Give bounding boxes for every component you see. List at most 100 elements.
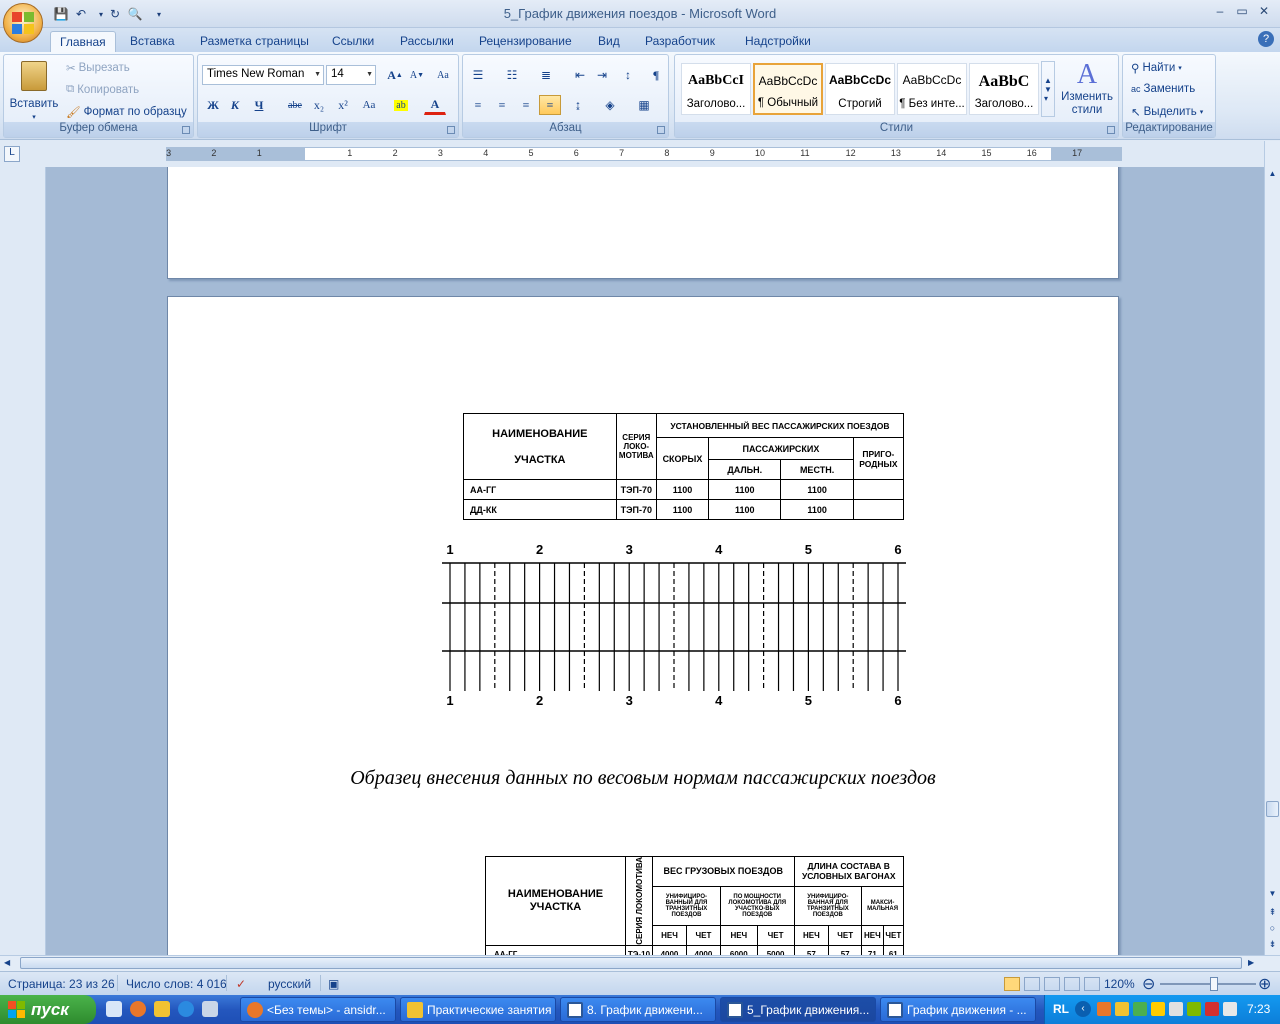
tray-app-icon[interactable] [1115,1002,1129,1016]
select-button[interactable]: ↖ Выделить ▾ [1131,105,1203,119]
tray-expand-icon[interactable]: ‹ [1075,1001,1091,1017]
pencil-icon[interactable] [154,1001,170,1017]
borders-icon[interactable]: ▦ [633,95,655,115]
bullets-icon[interactable]: ☰ [467,65,489,85]
draft-icon[interactable] [1084,977,1100,991]
style-strong[interactable]: AaBbCcDc Строгий [825,63,895,115]
help-icon[interactable]: ? [1258,31,1274,47]
increase-indent-icon[interactable]: ⇥ [591,65,613,85]
zoom-out-icon[interactable]: ⊖ [1142,974,1155,994]
start-button[interactable]: пуск [0,995,96,1024]
align-left-icon[interactable]: ≡ [467,95,489,115]
subscript-button[interactable]: x₂ [308,95,330,115]
outline-icon[interactable] [1064,977,1080,991]
change-case-button[interactable]: Аа [358,95,380,115]
dialog-launcher-icon[interactable] [182,126,190,134]
replace-button[interactable]: ac Заменить [1131,83,1195,95]
align-right-icon[interactable]: ≡ [515,95,537,115]
numbering-icon[interactable]: ☷ [501,65,523,85]
tray-app-icon[interactable] [1169,1002,1183,1016]
browse-object-icon[interactable]: ○ [1266,923,1279,937]
taskbar-item-folder[interactable]: Практические занятия [400,997,556,1022]
font-size-combo[interactable]: 14 ▼ [326,65,376,85]
document-area[interactable]: НАИМЕНОВАНИЕ УЧАСТКА СЕРИЯ ЛОКО-МОТИВА УС… [24,167,1264,955]
tab-review[interactable]: Рецензирование [470,31,581,52]
firefox-icon[interactable] [130,1001,146,1017]
spelling-check-icon[interactable]: ✓ [236,977,246,991]
close-button[interactable]: ✕ [1252,4,1276,22]
quicklaunch-app-icon[interactable] [202,1001,218,1017]
justify-icon[interactable]: ≡ [539,95,561,115]
tab-references[interactable]: Ссылки [323,31,383,52]
dialog-launcher-icon[interactable] [657,126,665,134]
zoom-slider-thumb[interactable] [1210,977,1218,991]
volume-icon[interactable] [1223,1002,1237,1016]
taskbar-item-word-graph[interactable]: График движения - ... [880,997,1036,1022]
style-heading-2[interactable]: AaBbC Заголово... [969,63,1039,115]
strikethrough-button[interactable]: abe [284,95,306,115]
clear-format-button[interactable]: Aa [432,65,454,85]
tab-developer[interactable]: Разработчик [636,31,724,52]
horizontal-scrollbar[interactable]: ◀ ▶ [0,955,1280,971]
style-normal[interactable]: AaBbCcDc ¶ Обычный [753,63,823,115]
dialog-launcher-icon[interactable] [1107,126,1115,134]
maximize-button[interactable]: ▭ [1230,4,1254,22]
tab-selector-icon[interactable]: L [4,146,20,162]
tab-mailings[interactable]: Рассылки [391,31,463,52]
shading-icon[interactable]: ◈ [599,95,621,115]
scroll-right-icon[interactable]: ▶ [1248,958,1254,967]
line-spacing-icon[interactable]: ↨ [567,95,589,115]
scroll-up-icon[interactable]: ▲ [1266,169,1279,183]
language-indicator[interactable]: русский [268,977,311,991]
scroll-left-icon[interactable]: ◀ [4,958,10,967]
tray-app-icon[interactable] [1133,1002,1147,1016]
highlight-icon[interactable]: ab [390,95,412,115]
cut-button[interactable]: ✂ Вырезать [66,61,130,75]
copy-button[interactable]: ⧉ Копировать [66,83,139,96]
show-desktop-icon[interactable] [106,1001,122,1017]
macro-record-icon[interactable]: ▣ [328,977,339,991]
shield-icon[interactable] [1151,1002,1165,1016]
internet-explorer-icon[interactable] [178,1001,194,1017]
print-layout-icon[interactable] [1004,977,1020,991]
bold-button[interactable]: Ж [202,95,224,115]
clock[interactable]: 7:23 [1247,1002,1270,1016]
page-current[interactable]: НАИМЕНОВАНИЕ УЧАСТКА СЕРИЯ ЛОКО-МОТИВА УС… [167,296,1119,955]
zoom-slider[interactable] [1160,983,1256,985]
language-bar[interactable]: RL [1053,1002,1069,1016]
tab-addins[interactable]: Надстройки [736,31,820,52]
font-name-combo[interactable]: Times New Roman ▼ [202,65,324,85]
full-screen-reading-icon[interactable] [1024,977,1040,991]
styles-scroll-icon[interactable]: ▲ ▼ ▾ [1041,61,1055,117]
decrease-indent-icon[interactable]: ⇤ [569,65,591,85]
page-count[interactable]: Страница: 23 из 26 [8,977,115,991]
tab-page-layout[interactable]: Разметка страницы [191,31,318,52]
sort-icon[interactable]: ↕ [617,65,639,85]
minimize-button[interactable]: – [1208,4,1232,22]
taskbar-item-word-8[interactable]: 8. График движени... [560,997,716,1022]
vertical-scrollbar[interactable]: ▲ ▼ ⇞ ○ ⇟ [1264,141,1280,955]
shrink-font-button[interactable]: A ▼ [406,65,428,85]
grow-font-button[interactable]: A ▲ [384,65,406,85]
tray-app-icon[interactable] [1097,1002,1111,1016]
web-layout-icon[interactable] [1044,977,1060,991]
scroll-down-icon[interactable]: ▼ [1266,889,1279,903]
align-center-icon[interactable]: ≡ [491,95,513,115]
multilevel-list-icon[interactable]: ≣ [535,65,557,85]
find-button[interactable]: ⚲ Найти ▾ [1131,61,1182,75]
zoom-in-icon[interactable]: ⊕ [1258,974,1271,994]
antivirus-icon[interactable] [1205,1002,1219,1016]
word-count[interactable]: Число слов: 4 016 [126,977,227,991]
superscript-button[interactable]: x² [332,95,354,115]
underline-button[interactable]: Ч [248,95,270,115]
office-button[interactable] [3,3,43,43]
show-marks-icon[interactable]: ¶ [645,65,667,85]
zoom-level[interactable]: 120% [1104,977,1135,991]
dialog-launcher-icon[interactable] [447,126,455,134]
taskbar-item-email[interactable]: <Без темы> - ansidr... [240,997,396,1022]
tab-home[interactable]: Главная [50,31,116,52]
style-no-spacing[interactable]: AaBbCcDc ¶ Без инте... [897,63,967,115]
tab-insert[interactable]: Вставка [121,31,184,52]
font-color-icon[interactable]: A [424,95,446,115]
scroll-thumb[interactable] [1266,801,1279,817]
